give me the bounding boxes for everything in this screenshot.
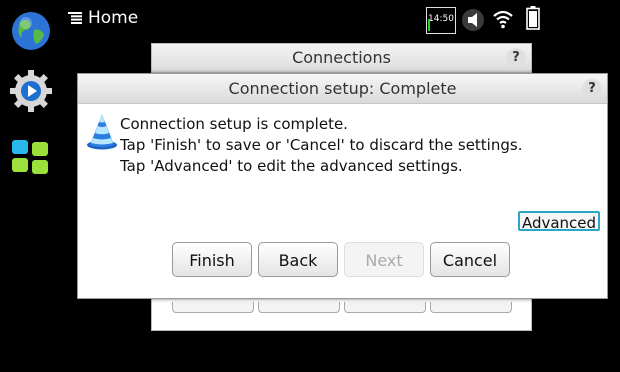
battery-icon[interactable] (526, 6, 540, 30)
clock[interactable]: 14:50 (426, 7, 456, 34)
dialog-message: Connection setup is complete. Tap 'Finis… (120, 114, 522, 177)
dialog-title: Connection setup: Complete (78, 74, 607, 104)
home-label: Home (88, 8, 139, 28)
message-line: Tap 'Finish' to save or 'Cancel' to disc… (120, 136, 523, 154)
volume-icon[interactable] (460, 8, 488, 32)
menu-icon (68, 12, 82, 24)
hidden-button-edge (344, 302, 426, 313)
hidden-button-edge (172, 302, 254, 313)
app-grid-icon[interactable] (8, 134, 54, 180)
help-icon[interactable]: ? (582, 79, 602, 99)
clock-indicator (428, 19, 430, 31)
status-bar: Home 14:50 (62, 0, 620, 38)
message-line: Connection setup is complete. (120, 115, 348, 133)
advanced-button[interactable]: Advanced (518, 211, 600, 232)
finish-button[interactable]: Finish (172, 242, 252, 277)
home-title[interactable]: Home (68, 8, 138, 28)
connection-setup-dialog: Connection setup: Complete ? Connection … (77, 73, 608, 299)
connections-dialog-title: Connections (152, 44, 531, 73)
app-sidebar (0, 0, 62, 372)
wifi-icon[interactable] (492, 8, 514, 30)
globe-icon[interactable] (8, 8, 54, 54)
next-button: Next (344, 242, 424, 277)
setup-wizard-icon (87, 114, 117, 150)
hidden-button-edge (258, 302, 340, 313)
hidden-button-edge (430, 302, 512, 313)
back-button[interactable]: Back (258, 242, 338, 277)
clock-time: 14:50 (428, 14, 454, 24)
settings-icon[interactable] (8, 68, 54, 114)
cancel-button[interactable]: Cancel (430, 242, 510, 277)
help-icon[interactable]: ? (506, 48, 526, 68)
message-line: Tap 'Advanced' to edit the advanced sett… (120, 157, 463, 175)
